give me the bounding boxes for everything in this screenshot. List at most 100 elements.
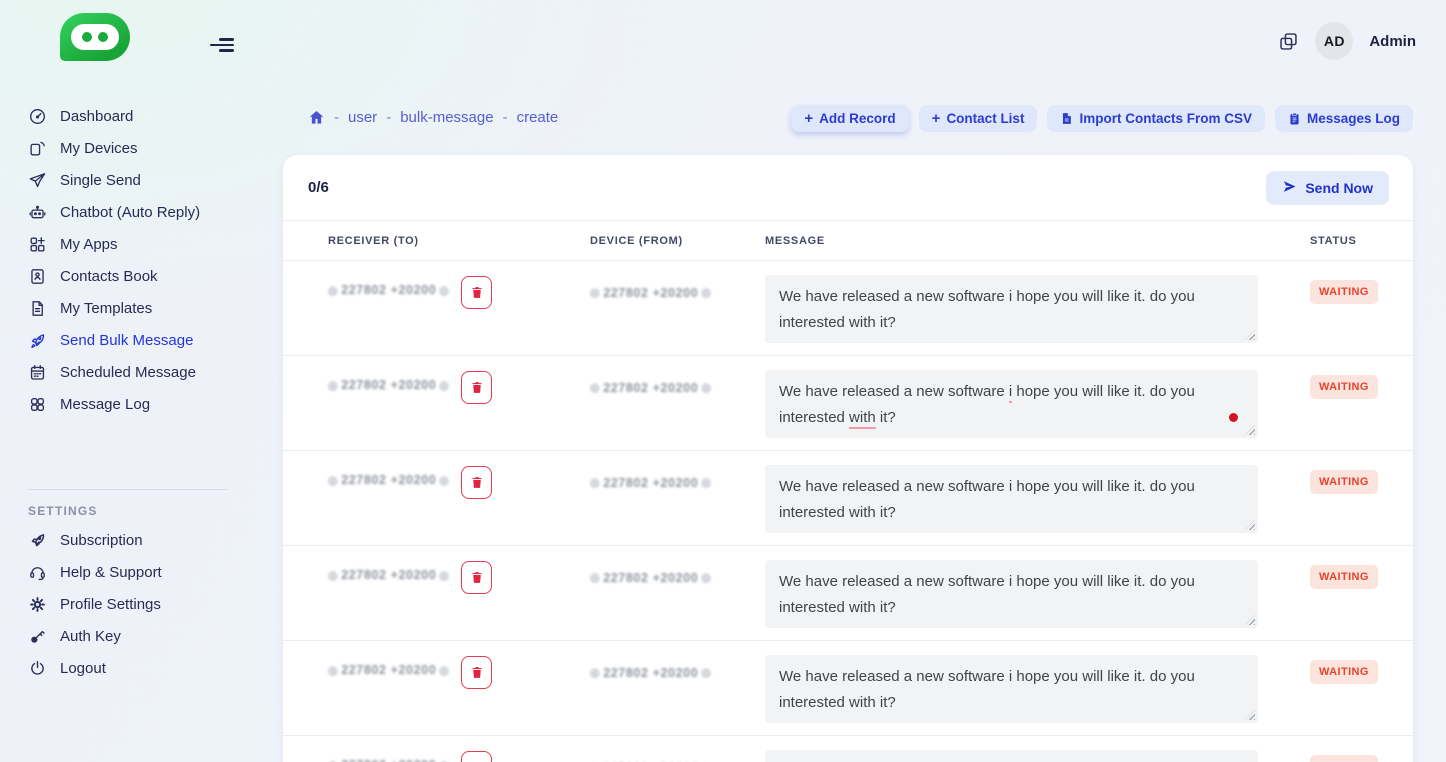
status-badge: WAITING	[1310, 565, 1378, 589]
contact-list-button[interactable]: + Contact List	[919, 105, 1038, 132]
delete-row-button[interactable]	[461, 561, 492, 594]
receiver-number[interactable]: 227802 +20200	[328, 663, 449, 677]
table-row: 227802 +20200 227802 +20200 We have rele…	[283, 261, 1413, 356]
progress-counter: 0/6	[308, 179, 329, 196]
delete-row-button[interactable]	[461, 466, 492, 499]
template-file-icon	[28, 299, 47, 318]
delete-row-button[interactable]	[461, 751, 492, 762]
sidebar-item-dashboard[interactable]: Dashboard	[0, 100, 262, 132]
sidebar: Dashboard My Devices Single Send Chatbot…	[0, 100, 262, 684]
power-icon	[28, 659, 47, 678]
delete-row-button[interactable]	[461, 276, 492, 309]
user-name[interactable]: Admin	[1369, 33, 1416, 50]
plus-icon: +	[804, 111, 813, 126]
status-badge: WAITING	[1310, 280, 1378, 304]
message-textarea[interactable]: We have released a new software i hope y…	[765, 560, 1258, 628]
table-row: 227802 +20200 227802 +20200 We have rele…	[283, 546, 1413, 641]
sidebar-item-subscription[interactable]: Subscription	[0, 524, 262, 556]
dashboard-icon	[28, 107, 47, 126]
device-number[interactable]: 227802 +20200	[590, 381, 711, 395]
sidebar-item-my-devices[interactable]: My Devices	[0, 132, 262, 164]
sidebar-item-my-templates[interactable]: My Templates	[0, 292, 262, 324]
receiver-number[interactable]: 227802 +20200	[328, 758, 449, 762]
breadcrumb: - user - bulk-message - create	[308, 109, 558, 126]
file-icon	[1060, 111, 1073, 126]
logo-eye-left	[82, 32, 92, 42]
spellcheck-underline: with	[849, 409, 876, 429]
status-badge: WAITING	[1310, 660, 1378, 684]
sidebar-item-my-apps[interactable]: My Apps	[0, 228, 262, 260]
home-icon[interactable]	[308, 109, 325, 126]
receiver-number[interactable]: 227802 +20200	[328, 568, 449, 582]
delete-row-button[interactable]	[461, 656, 492, 689]
receiver-number[interactable]: 227802 +20200	[328, 378, 449, 392]
device-number[interactable]: 227802 +20200	[590, 666, 711, 680]
robot-icon	[28, 203, 47, 222]
table-row: 227802 +20200 227802 +20200 We have rele…	[283, 736, 1413, 762]
col-message: MESSAGE	[765, 235, 1310, 247]
receiver-number[interactable]: 227802 +20200	[328, 283, 449, 297]
gear-icon	[28, 595, 47, 614]
sidebar-item-profile-settings[interactable]: Profile Settings	[0, 588, 262, 620]
sidebar-item-logout[interactable]: Logout	[0, 652, 262, 684]
clipboard-icon	[1288, 111, 1301, 126]
add-record-button[interactable]: + Add Record	[791, 105, 908, 132]
device-number[interactable]: 227802 +20200	[590, 476, 711, 490]
sidebar-item-contacts-book[interactable]: Contacts Book	[0, 260, 262, 292]
avatar[interactable]: AD	[1315, 22, 1353, 60]
import-contacts-csv-button[interactable]: Import Contacts From CSV	[1047, 105, 1265, 132]
messages-log-button[interactable]: Messages Log	[1275, 105, 1413, 132]
resize-handle-icon[interactable]	[1245, 330, 1255, 340]
sidebar-item-chatbot[interactable]: Chatbot (Auto Reply)	[0, 196, 262, 228]
table-row: 227802 +20200 227802 +20200 We have rele…	[283, 451, 1413, 546]
breadcrumb-user[interactable]: user	[348, 109, 377, 126]
sidebar-toggle-icon[interactable]	[208, 36, 234, 54]
status-badge: WAITING	[1310, 470, 1378, 494]
col-device: DEVICE (FROM)	[590, 235, 765, 247]
bulk-message-panel: 0/6 Send Now RECEIVER (TO) DEVICE (FROM)…	[283, 155, 1413, 762]
message-textarea[interactable]: We have released a new software i hope y…	[765, 465, 1258, 533]
send-icon	[1282, 179, 1297, 197]
resize-handle-icon[interactable]	[1245, 520, 1255, 530]
apps-grid-icon	[28, 235, 47, 254]
contacts-book-icon	[28, 267, 47, 286]
action-buttons: + Add Record + Contact List Import Conta…	[791, 105, 1413, 132]
app-logo[interactable]	[60, 13, 130, 61]
message-textarea[interactable]: We have released a new software i hope y…	[765, 750, 1258, 762]
message-textarea[interactable]: We have released a new software i hope y…	[765, 370, 1258, 438]
delete-row-button[interactable]	[461, 371, 492, 404]
status-badge: WAITING	[1310, 375, 1378, 399]
resize-handle-icon[interactable]	[1245, 425, 1255, 435]
app-logo-face	[71, 24, 119, 50]
message-log-icon	[28, 395, 47, 414]
sidebar-item-message-log[interactable]: Message Log	[0, 388, 262, 420]
message-textarea[interactable]: We have released a new software i hope y…	[765, 275, 1258, 343]
resize-handle-icon[interactable]	[1245, 710, 1255, 720]
logo-eye-right	[98, 32, 108, 42]
panel-header: 0/6 Send Now	[283, 155, 1413, 221]
sidebar-item-single-send[interactable]: Single Send	[0, 164, 262, 196]
copy-icon[interactable]	[1278, 31, 1299, 52]
receiver-number[interactable]: 227802 +20200	[328, 473, 449, 487]
sidebar-item-scheduled-message[interactable]: Scheduled Message	[0, 356, 262, 388]
table-header: RECEIVER (TO) DEVICE (FROM) MESSAGE STAT…	[283, 221, 1413, 261]
breadcrumb-create[interactable]: create	[517, 109, 559, 126]
breadcrumb-bulk-message[interactable]: bulk-message	[400, 109, 493, 126]
device-number[interactable]: 227802 +20200	[590, 571, 711, 585]
col-status: STATUS	[1310, 235, 1389, 247]
spellcheck-dot[interactable]	[1229, 413, 1238, 422]
sidebar-item-auth-key[interactable]: Auth Key	[0, 620, 262, 652]
resize-handle-icon[interactable]	[1245, 615, 1255, 625]
topbar-right: AD Admin	[1278, 22, 1416, 60]
rocket-icon	[28, 331, 47, 350]
rocket-icon	[28, 531, 47, 550]
table-row: 227802 +20200 227802 +20200 We have rele…	[283, 641, 1413, 736]
col-receiver: RECEIVER (TO)	[328, 235, 590, 247]
sidebar-item-help-support[interactable]: Help & Support	[0, 556, 262, 588]
sidebar-item-send-bulk-message[interactable]: Send Bulk Message	[0, 324, 262, 356]
paper-plane-icon	[28, 171, 47, 190]
send-now-button[interactable]: Send Now	[1266, 171, 1389, 205]
device-number[interactable]: 227802 +20200	[590, 286, 711, 300]
settings-heading: SETTINGS	[28, 504, 262, 518]
message-textarea[interactable]: We have released a new software i hope y…	[765, 655, 1258, 723]
